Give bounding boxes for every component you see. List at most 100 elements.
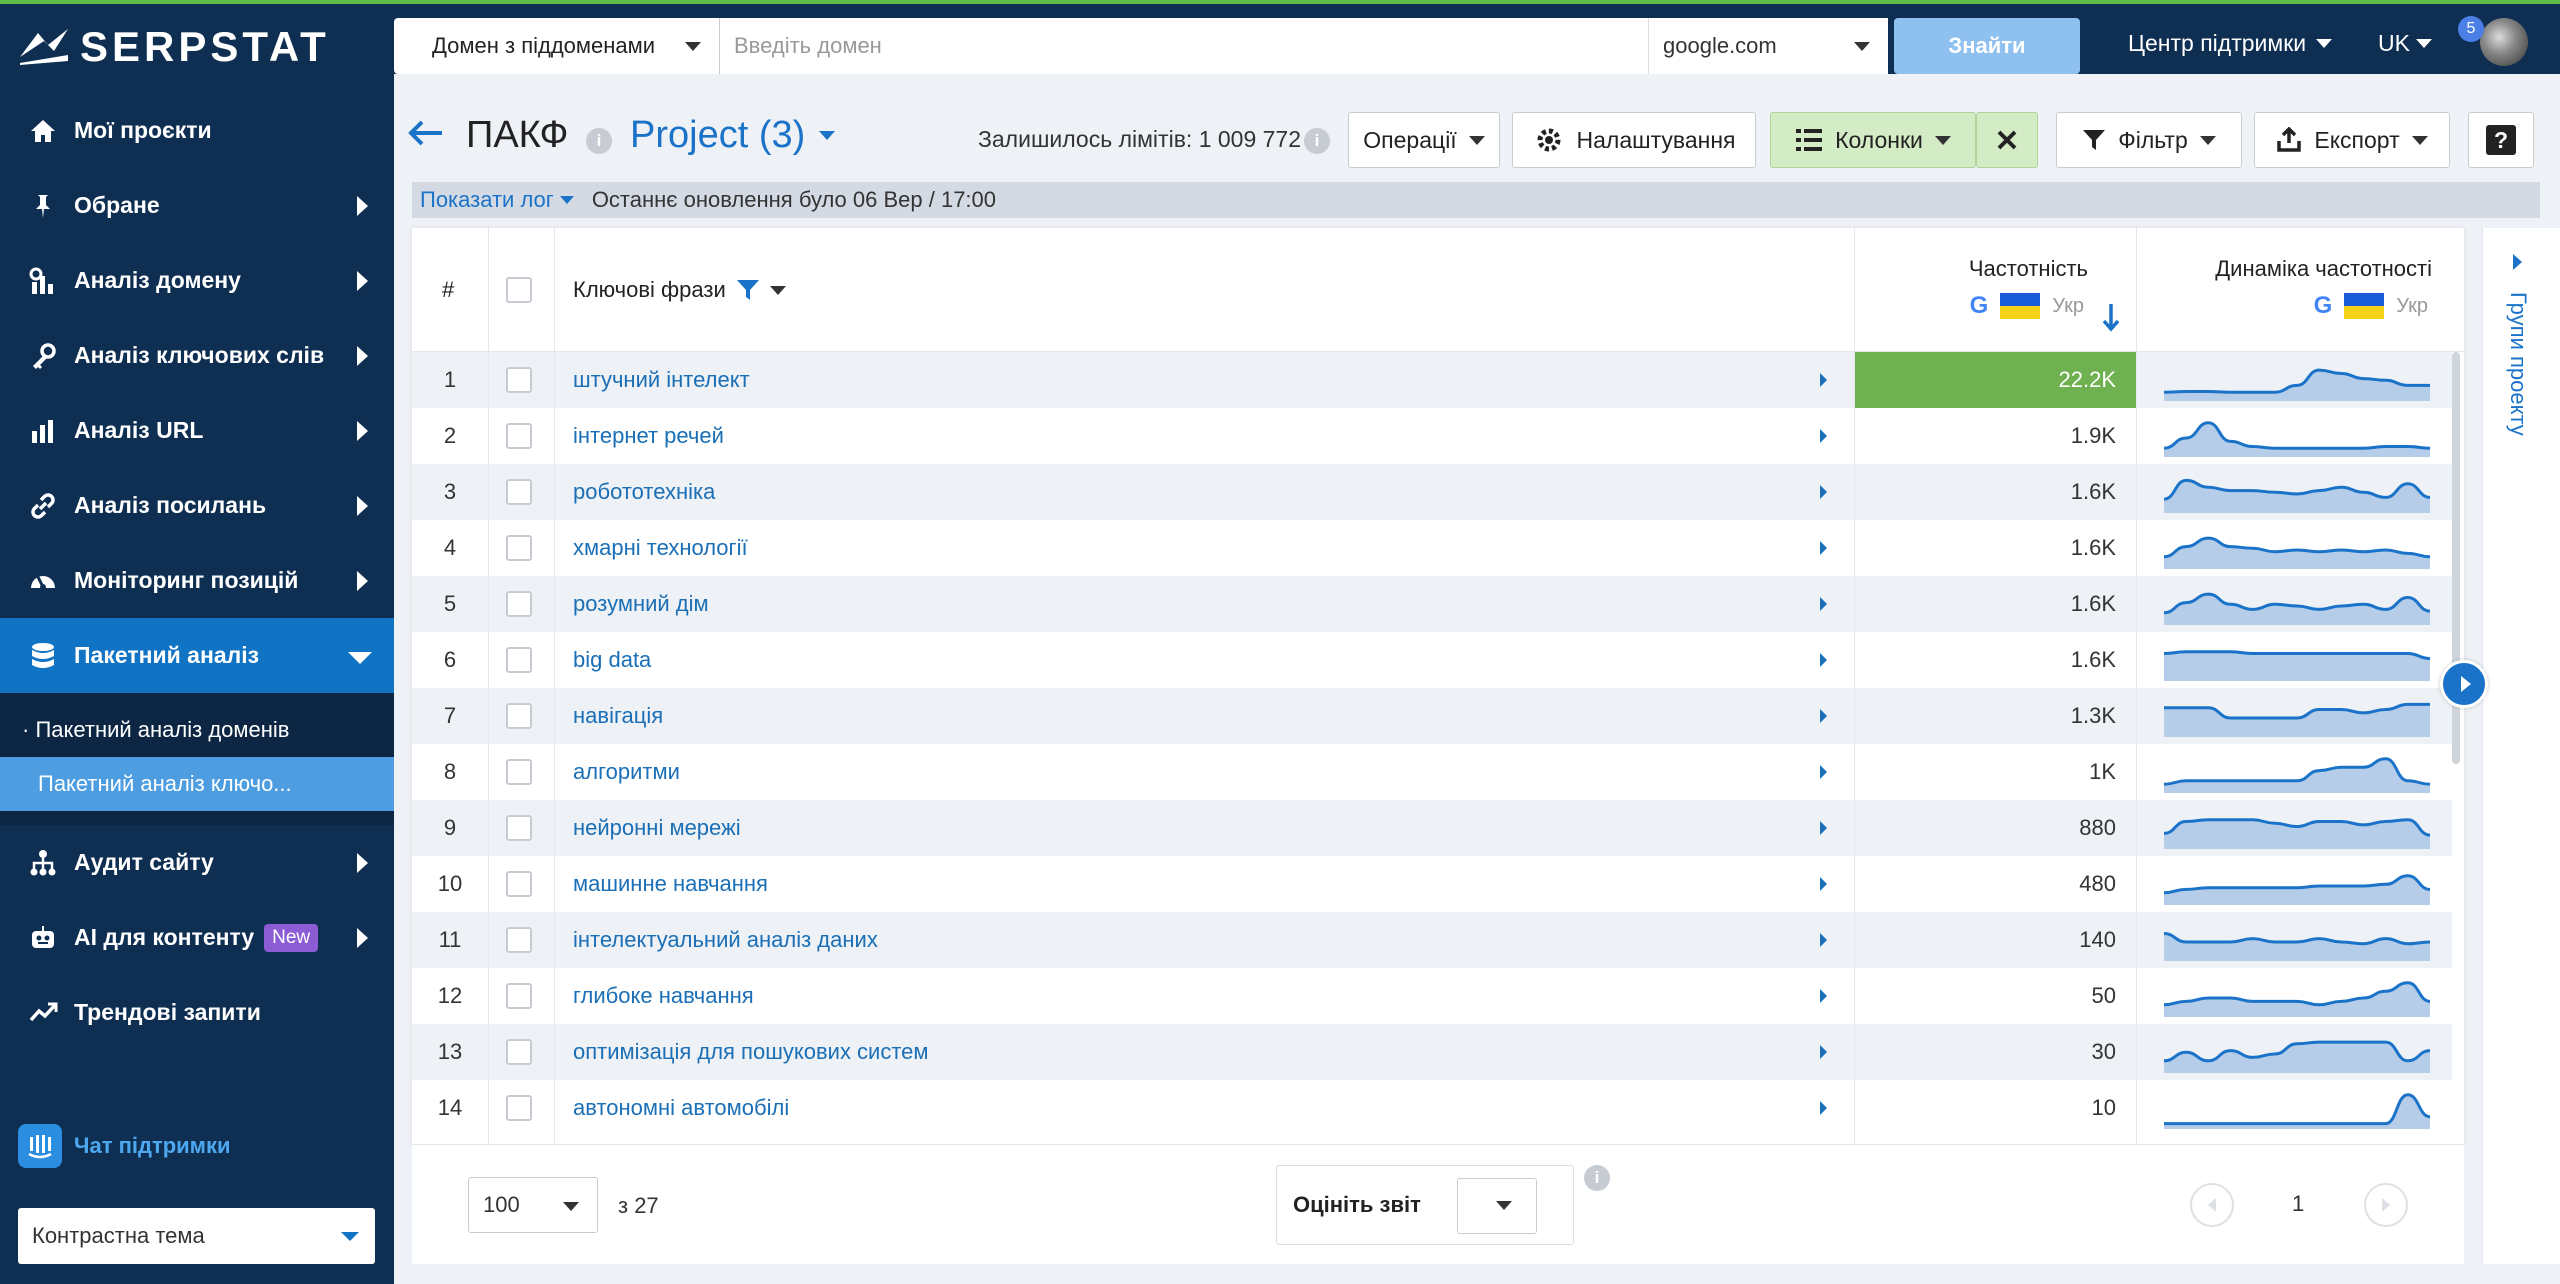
row-checkbox[interactable]: [506, 1095, 532, 1121]
table-row[interactable]: 6 big data 1.6K: [412, 632, 2452, 688]
select-all-checkbox[interactable]: [506, 277, 532, 303]
row-expand-caret[interactable]: [1820, 1080, 1827, 1136]
keyword-link[interactable]: інтелектуальний аналіз даних: [573, 912, 878, 968]
rate-report-select[interactable]: [1457, 1178, 1537, 1234]
sidebar-item-ai-content[interactable]: AI для контенту New: [0, 900, 394, 975]
show-log-link[interactable]: Показати лог: [420, 187, 574, 213]
row-expand-caret[interactable]: [1820, 520, 1827, 576]
next-page-button[interactable]: [2364, 1183, 2408, 1227]
row-checkbox[interactable]: [506, 927, 532, 953]
keyword-link[interactable]: хмарні технології: [573, 520, 748, 576]
theme-select[interactable]: Контрастна тема: [18, 1208, 375, 1264]
table-row[interactable]: 2 інтернет речей 1.9K: [412, 408, 2452, 464]
row-checkbox[interactable]: [506, 647, 532, 673]
table-row[interactable]: 8 алгоритми 1K: [412, 744, 2452, 800]
sidebar-item-domain-analysis[interactable]: Аналіз домену: [0, 243, 394, 318]
sort-desc-icon[interactable]: [2102, 302, 2120, 332]
row-expand-caret[interactable]: [1820, 744, 1827, 800]
table-row[interactable]: 3 робототехніка 1.6K: [412, 464, 2452, 520]
row-checkbox[interactable]: [506, 591, 532, 617]
keyword-link[interactable]: розумний дім: [573, 576, 709, 632]
info-icon[interactable]: i: [1304, 128, 1330, 154]
language-select[interactable]: UK: [2378, 30, 2432, 57]
settings-button[interactable]: Налаштування: [1512, 112, 1756, 168]
info-icon[interactable]: i: [586, 128, 612, 154]
columns-button[interactable]: Колонки: [1770, 112, 1976, 168]
per-page-select[interactable]: 100: [468, 1177, 598, 1233]
keyword-link[interactable]: оптимізація для пошукових систем: [573, 1024, 929, 1080]
project-select[interactable]: Project (3): [630, 114, 836, 157]
keyword-link[interactable]: штучний інтелект: [573, 352, 750, 408]
sidebar-subitem-batch-keywords[interactable]: Пакетний аналіз ключо...: [0, 757, 394, 811]
reset-columns-button[interactable]: [1976, 112, 2038, 168]
sidebar-item-batch-analysis[interactable]: Пакетний аналіз: [0, 618, 394, 693]
row-checkbox[interactable]: [506, 703, 532, 729]
find-button[interactable]: Знайти: [1894, 18, 2080, 74]
keyword-link[interactable]: інтернет речей: [573, 408, 724, 464]
table-row[interactable]: 1 штучний інтелект 22.2K: [412, 352, 2452, 408]
sidebar-item-my-projects[interactable]: Мої проєкти: [0, 93, 394, 168]
back-arrow-icon[interactable]: [408, 120, 444, 146]
table-row[interactable]: 7 навігація 1.3K: [412, 688, 2452, 744]
row-expand-caret[interactable]: [1820, 856, 1827, 912]
sidebar-item-keyword-analysis[interactable]: Аналіз ключових слів: [0, 318, 394, 393]
row-checkbox[interactable]: [506, 983, 532, 1009]
sidebar-item-favorites[interactable]: Обране: [0, 168, 394, 243]
keyword-link[interactable]: робототехніка: [573, 464, 715, 520]
domain-mode-select[interactable]: Домен з піддоменами: [394, 18, 720, 74]
row-expand-caret[interactable]: [1820, 688, 1827, 744]
row-expand-caret[interactable]: [1820, 632, 1827, 688]
table-row[interactable]: 13 оптимізація для пошукових систем 30: [412, 1024, 2452, 1080]
row-expand-caret[interactable]: [1820, 912, 1827, 968]
filter-icon[interactable]: [736, 278, 760, 302]
row-checkbox[interactable]: [506, 535, 532, 561]
row-expand-caret[interactable]: [1820, 968, 1827, 1024]
row-checkbox[interactable]: [506, 367, 532, 393]
keyword-link[interactable]: big data: [573, 632, 651, 688]
row-expand-caret[interactable]: [1820, 576, 1827, 632]
operations-button[interactable]: Операції: [1348, 112, 1500, 168]
avatar[interactable]: [2480, 18, 2528, 66]
keyword-link[interactable]: глибоке навчання: [573, 968, 754, 1024]
keyword-link[interactable]: автономні автомобілі: [573, 1080, 789, 1136]
row-checkbox[interactable]: [506, 871, 532, 897]
keyword-link[interactable]: алгоритми: [573, 744, 680, 800]
sidebar-subitem-batch-domains[interactable]: · Пакетний аналіз доменів: [0, 703, 394, 757]
domain-input[interactable]: [720, 18, 1648, 74]
filter-button[interactable]: Фільтр: [2056, 112, 2242, 168]
keyword-link[interactable]: нейронні мережі: [573, 800, 741, 856]
row-checkbox[interactable]: [506, 1039, 532, 1065]
row-checkbox[interactable]: [506, 423, 532, 449]
keyword-link[interactable]: навігація: [573, 688, 663, 744]
row-checkbox[interactable]: [506, 759, 532, 785]
table-row[interactable]: 4 хмарні технології 1.6K: [412, 520, 2452, 576]
support-chat-link[interactable]: Чат підтримки: [18, 1124, 231, 1168]
expand-panel-button[interactable]: [2440, 660, 2488, 708]
prev-page-button[interactable]: [2190, 1183, 2234, 1227]
table-row[interactable]: 14 автономні автомобілі 10: [412, 1080, 2452, 1136]
col-volume[interactable]: Частотність G Укр: [1854, 256, 2126, 332]
table-row[interactable]: 9 нейронні мережі 880: [412, 800, 2452, 856]
col-keywords[interactable]: Ключові фрази: [573, 228, 786, 352]
table-row[interactable]: 5 розумний дім 1.6K: [412, 576, 2452, 632]
logo[interactable]: SERPSTAT: [18, 22, 330, 72]
row-checkbox[interactable]: [506, 479, 532, 505]
export-button[interactable]: Експорт: [2254, 112, 2450, 168]
table-row[interactable]: 12 глибоке навчання 50: [412, 968, 2452, 1024]
notification-badge[interactable]: 5: [2458, 16, 2484, 42]
keyword-link[interactable]: машинне навчання: [573, 856, 768, 912]
project-groups-label[interactable]: Групи проекту: [2505, 292, 2531, 436]
row-expand-caret[interactable]: [1820, 464, 1827, 520]
sidebar-item-trends[interactable]: Трендові запити: [0, 975, 394, 1050]
chevron-right-icon[interactable]: [2513, 254, 2522, 270]
info-icon[interactable]: i: [1584, 1165, 1610, 1191]
row-checkbox[interactable]: [506, 815, 532, 841]
sidebar-item-url-analysis[interactable]: Аналіз URL: [0, 393, 394, 468]
sidebar-item-rank-tracker[interactable]: Моніторинг позицій: [0, 543, 394, 618]
sidebar-item-link-analysis[interactable]: Аналіз посилань: [0, 468, 394, 543]
sidebar-item-site-audit[interactable]: Аудит сайту: [0, 825, 394, 900]
row-expand-caret[interactable]: [1820, 408, 1827, 464]
row-expand-caret[interactable]: [1820, 800, 1827, 856]
help-button[interactable]: ?: [2468, 112, 2534, 168]
row-expand-caret[interactable]: [1820, 352, 1827, 408]
